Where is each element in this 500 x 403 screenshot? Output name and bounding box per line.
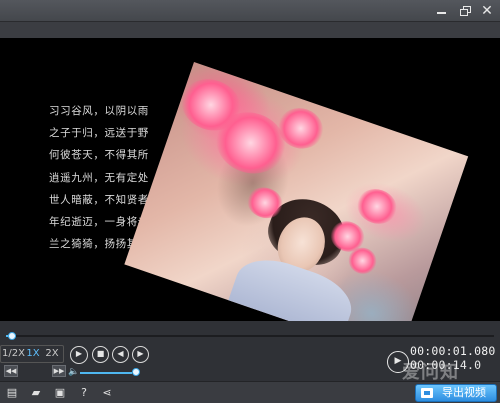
video-preview[interactable]: 习习谷风，以阴以雨 之子于归，远送于野 何彼苍天，不得其所 逍遥九州，无有定处 … — [0, 38, 500, 321]
preview-play-button[interactable]: ▶ — [387, 351, 409, 373]
minimize-icon — [436, 12, 446, 14]
rotated-photo — [124, 62, 469, 321]
previous-icon: ◀ — [117, 349, 124, 358]
volume-slider[interactable] — [80, 372, 136, 374]
poem-line: 何彼苍天，不得其所 — [49, 149, 149, 162]
next-button[interactable]: ▶ — [132, 346, 149, 363]
current-time: 00:00:01.080 — [410, 344, 496, 358]
export-video-label: 导出视频 — [442, 386, 486, 399]
speed-half-button[interactable]: 1/2X — [2, 345, 25, 363]
stop-button[interactable]: ■ — [92, 346, 109, 363]
save-icon[interactable]: ▣ — [53, 386, 67, 400]
poem-line: 之子于归，远送于野 — [49, 127, 149, 140]
playback-controls: 1/2X 1X 2X ◀◀ ▶▶ 🔈 ▶ ■ ◀ ▶ ▶ 00:00:01.08… — [0, 341, 500, 381]
stop-icon: ■ — [96, 349, 105, 358]
play-icon: ▶ — [75, 349, 83, 358]
export-icon — [421, 388, 433, 398]
next-icon: ▶ — [137, 349, 144, 358]
speed-1x-button[interactable]: 1X — [25, 345, 41, 363]
open-folder-icon[interactable]: ▰ — [29, 386, 43, 400]
volume-icon[interactable]: 🔈 — [68, 367, 79, 377]
minimize-button[interactable] — [433, 3, 449, 19]
time-display: 00:00:01.080 00:00:14.0 — [410, 344, 495, 372]
close-button[interactable]: ✕ — [479, 3, 495, 19]
poem-line: 世人暗蔽，不知贤者 — [49, 193, 149, 206]
total-time: 00:00:14.0 — [410, 358, 482, 372]
bottom-toolbar: ▤ ▰ ▣ ? ⋖ 导出视频 — [0, 381, 500, 403]
poem-line: 习习谷风，以阴以雨 — [49, 105, 149, 117]
help-icon[interactable]: ? — [77, 386, 91, 400]
speed-2x-button[interactable]: 2X — [43, 345, 61, 363]
blossom-cluster — [352, 183, 402, 230]
poem-line: 逍遥九州，无有定处 — [49, 171, 149, 184]
title-bar: ✕ — [0, 0, 500, 22]
new-file-icon[interactable]: ▤ — [5, 386, 19, 400]
close-icon: ✕ — [481, 3, 493, 19]
seek-bar[interactable] — [0, 321, 500, 341]
seek-track[interactable] — [6, 335, 494, 337]
step-back-button[interactable]: ◀◀ — [4, 365, 18, 377]
step-back-icon: ◀◀ — [5, 367, 17, 375]
play-icon: ▶ — [394, 356, 402, 366]
step-forward-button[interactable]: ▶▶ — [52, 365, 66, 377]
title-strip — [0, 22, 500, 38]
seek-handle[interactable] — [8, 332, 16, 340]
play-button[interactable]: ▶ — [70, 346, 88, 364]
volume-handle[interactable] — [132, 368, 140, 376]
previous-button[interactable]: ◀ — [112, 346, 129, 363]
maximize-button[interactable] — [458, 3, 474, 19]
poem-line: 年纪逝迈，一身将老 — [49, 215, 149, 228]
poem-text: 习习谷风，以阴以雨 之子于归，远送于野 何彼苍天，不得其所 逍遥九州，无有定处 … — [49, 100, 149, 255]
share-icon[interactable]: ⋖ — [100, 386, 114, 400]
restore-icon — [460, 6, 472, 16]
export-video-button[interactable]: 导出视频 — [415, 384, 497, 402]
step-forward-icon: ▶▶ — [53, 367, 65, 375]
volume-level — [80, 372, 132, 374]
